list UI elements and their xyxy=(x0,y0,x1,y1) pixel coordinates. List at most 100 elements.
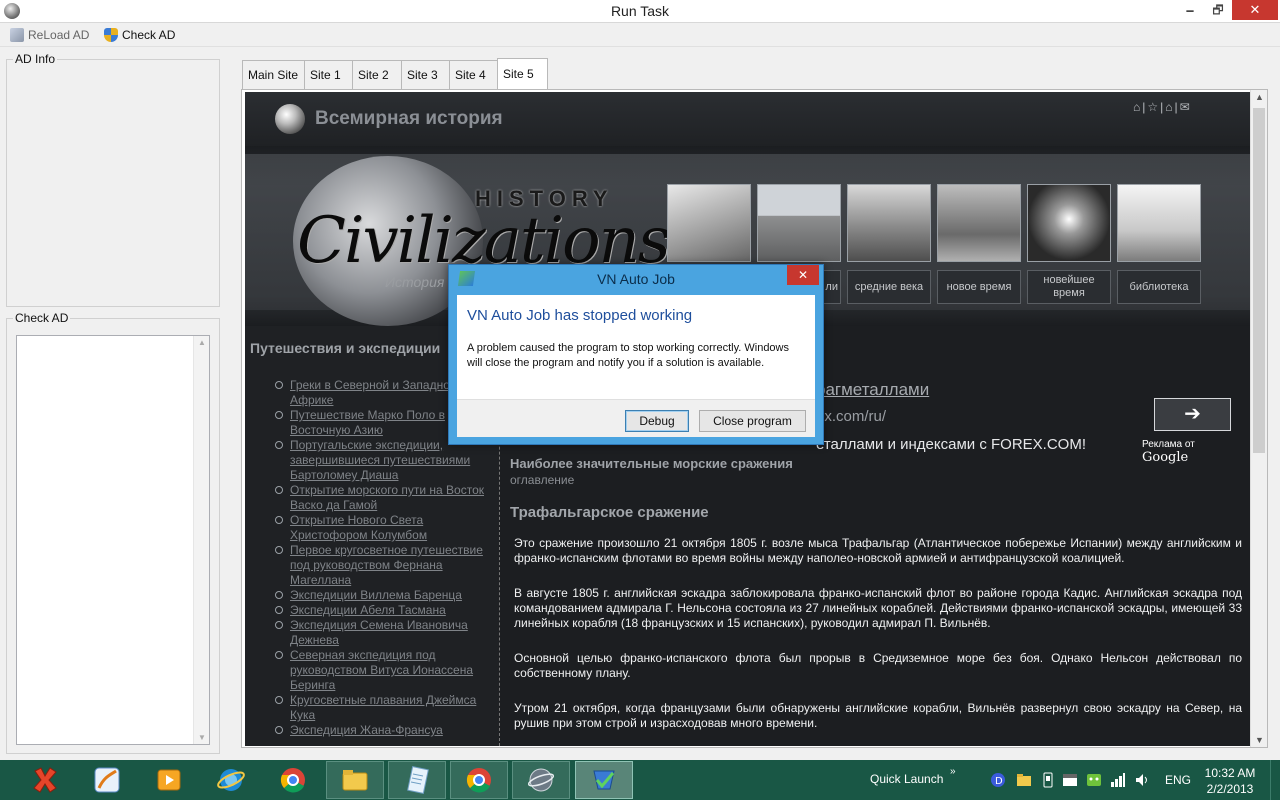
tray-device-icon[interactable] xyxy=(1040,772,1056,788)
sidebar-link[interactable]: Северная экспедиция под руководством Вит… xyxy=(275,648,500,693)
sidebar-link[interactable]: Кругосветные плавания Джеймса Кука xyxy=(275,693,500,723)
listbox-scrollbar[interactable]: ▲ ▼ xyxy=(193,336,209,744)
tray-folder-icon[interactable] xyxy=(1016,772,1032,788)
sidebar-link[interactable]: Экспедиции Абеля Тасмана xyxy=(275,603,500,618)
ad-info-group: AD Info xyxy=(6,52,220,307)
article-paragraph: Основной целью франко-испанского флота б… xyxy=(514,651,1242,680)
article-paragraph: В августе 1805 г. английская эскадра заб… xyxy=(514,586,1242,630)
network-icon[interactable] xyxy=(1110,772,1126,788)
scroll-up-icon[interactable]: ▲ xyxy=(1251,92,1267,102)
scroll-down-icon[interactable]: ▼ xyxy=(1251,735,1267,745)
tab-main-site[interactable]: Main Site xyxy=(242,60,305,90)
category-image-medieval[interactable] xyxy=(847,184,931,262)
chevron-icon[interactable]: » xyxy=(950,766,956,777)
tab-site-3[interactable]: Site 3 xyxy=(401,60,450,90)
taskbar-app-notepad[interactable] xyxy=(388,761,446,799)
folder-icon xyxy=(342,770,368,791)
close-program-button[interactable]: Close program xyxy=(699,410,806,432)
ie-icon xyxy=(217,769,245,791)
taskbar-app-media[interactable] xyxy=(140,761,198,799)
shield-icon xyxy=(104,28,118,42)
ad-link[interactable]: рагметаллами xyxy=(816,380,929,400)
volume-icon[interactable] xyxy=(1134,772,1150,788)
category-newest-label[interactable]: новейшее время xyxy=(1027,270,1111,304)
taskbar-app-ie[interactable] xyxy=(202,761,260,799)
chrome-icon xyxy=(280,768,305,793)
error-dialog: VN Auto Job ✕ VN Auto Job has stopped wo… xyxy=(448,264,824,445)
category-image-ancient[interactable] xyxy=(667,184,751,262)
globe-app-icon xyxy=(527,768,555,792)
tab-site-4[interactable]: Site 4 xyxy=(449,60,498,90)
category-modern-label[interactable]: новое время xyxy=(937,270,1021,304)
taskbar-app-run-task[interactable] xyxy=(512,761,570,799)
taskbar: Quick Launch » D ENG 10:32 AM 2/2/2013 xyxy=(0,760,1280,800)
notepad-icon xyxy=(407,766,429,794)
taskbar-app-chrome-2[interactable] xyxy=(450,761,508,799)
sidebar-link[interactable]: Экспедиция Жана-Франсуа xyxy=(275,723,500,738)
taskbar-app-draw[interactable] xyxy=(78,761,136,799)
sidebar-link[interactable]: Экспедиция Семена Ивановича Дежнева xyxy=(275,618,500,648)
sidebar-link[interactable]: Открытие Нового Света Христофором Колумб… xyxy=(275,513,500,543)
maximize-button[interactable]: 🗗 xyxy=(1204,0,1232,20)
category-image-newest[interactable] xyxy=(1027,184,1111,262)
clock-date: 2/2/2013 xyxy=(1206,782,1254,796)
taskbar-app-red-x[interactable] xyxy=(16,761,74,799)
check-ad-group: Check AD ▲ ▼ xyxy=(6,311,220,754)
globe-icon xyxy=(275,104,305,134)
taskbar-app-explorer[interactable] xyxy=(326,761,384,799)
sidebar-link[interactable]: Первое кругосветное путешествие под руко… xyxy=(275,543,500,588)
site-title: Всемирная история xyxy=(315,108,503,129)
title-bar: Run Task 🗕 🗗 ✕ xyxy=(0,0,1280,23)
taskbar-app-chrome[interactable] xyxy=(264,761,322,799)
dialog-heading: VN Auto Job has stopped working xyxy=(467,307,693,324)
quick-launch-label: Quick Launch xyxy=(870,772,944,786)
ad-url[interactable]: ex.com/ru/ xyxy=(816,408,886,425)
red-x-icon xyxy=(33,767,57,793)
category-image-library[interactable] xyxy=(1117,184,1201,262)
category-image-modern[interactable] xyxy=(937,184,1021,262)
quick-launch-toolbar[interactable]: Quick Launch » xyxy=(870,766,956,786)
tray-d-icon[interactable]: D xyxy=(990,772,1006,788)
article-paragraph: Это сражение произошло 21 октября 1805 г… xyxy=(514,536,1242,565)
system-clock[interactable]: 10:32 AM 2/2/2013 xyxy=(1202,765,1258,797)
sidebar-link[interactable]: Открытие морского пути на Восток Васко д… xyxy=(275,483,500,513)
check-ad-label: Check AD xyxy=(122,28,176,42)
reload-ad-label: ReLoad AD xyxy=(28,28,90,42)
article-heading: Наиболее значительные морские сражения xyxy=(510,456,793,471)
tab-site-2[interactable]: Site 2 xyxy=(352,60,402,90)
close-button[interactable]: ✕ xyxy=(1232,0,1278,20)
show-desktop-button[interactable] xyxy=(1270,760,1280,800)
category-medieval-label[interactable]: средние века xyxy=(847,270,931,304)
debug-button[interactable]: Debug xyxy=(625,410,689,432)
ad-attribution[interactable]: Реклама от Google xyxy=(1142,439,1242,465)
scroll-up-icon[interactable]: ▲ xyxy=(194,338,210,347)
header-icons[interactable]: ⌂|☆|⌂|✉ xyxy=(1133,100,1192,114)
dialog-title: VN Auto Job xyxy=(597,271,675,287)
toc-link[interactable]: оглавление xyxy=(510,473,574,487)
check-ad-legend: Check AD xyxy=(13,311,71,325)
taskbar-app-vn-auto-job[interactable] xyxy=(575,761,633,799)
logo-history: HISTORY xyxy=(475,186,614,211)
window-title: Run Task xyxy=(610,3,670,19)
dialog-close-button[interactable]: ✕ xyxy=(787,265,819,285)
tray-green-app-icon[interactable] xyxy=(1086,772,1102,788)
language-indicator[interactable]: ENG xyxy=(1165,773,1191,787)
check-ad-listbox[interactable]: ▲ ▼ xyxy=(16,335,210,745)
minimize-button[interactable]: 🗕 xyxy=(1176,0,1204,20)
tray-calendar-icon[interactable] xyxy=(1062,772,1078,788)
scroll-down-icon[interactable]: ▼ xyxy=(194,733,210,742)
sidebar-title: Путешествия и экспедиции xyxy=(250,340,441,356)
browser-scrollbar[interactable]: ▲ ▼ xyxy=(1250,90,1267,747)
sidebar-link[interactable]: Экспедиции Виллема Баренца xyxy=(275,588,500,603)
tab-site-1[interactable]: Site 1 xyxy=(304,60,353,90)
category-library-label[interactable]: библиотека xyxy=(1117,270,1201,304)
ad-arrow-button[interactable]: ➔ xyxy=(1154,398,1231,431)
scroll-thumb[interactable] xyxy=(1253,108,1265,453)
tab-site-5[interactable]: Site 5 xyxy=(497,58,548,91)
article-paragraph: Утром 21 октября, когда французами были … xyxy=(514,701,1242,730)
ad-text[interactable]: еталлами и индексами с FOREX.COM! xyxy=(816,436,1086,453)
reload-icon xyxy=(10,28,24,42)
category-image-pyramids[interactable] xyxy=(757,184,841,262)
reload-ad-button[interactable]: ReLoad AD xyxy=(10,26,89,44)
check-ad-button[interactable]: Check AD xyxy=(104,26,175,44)
